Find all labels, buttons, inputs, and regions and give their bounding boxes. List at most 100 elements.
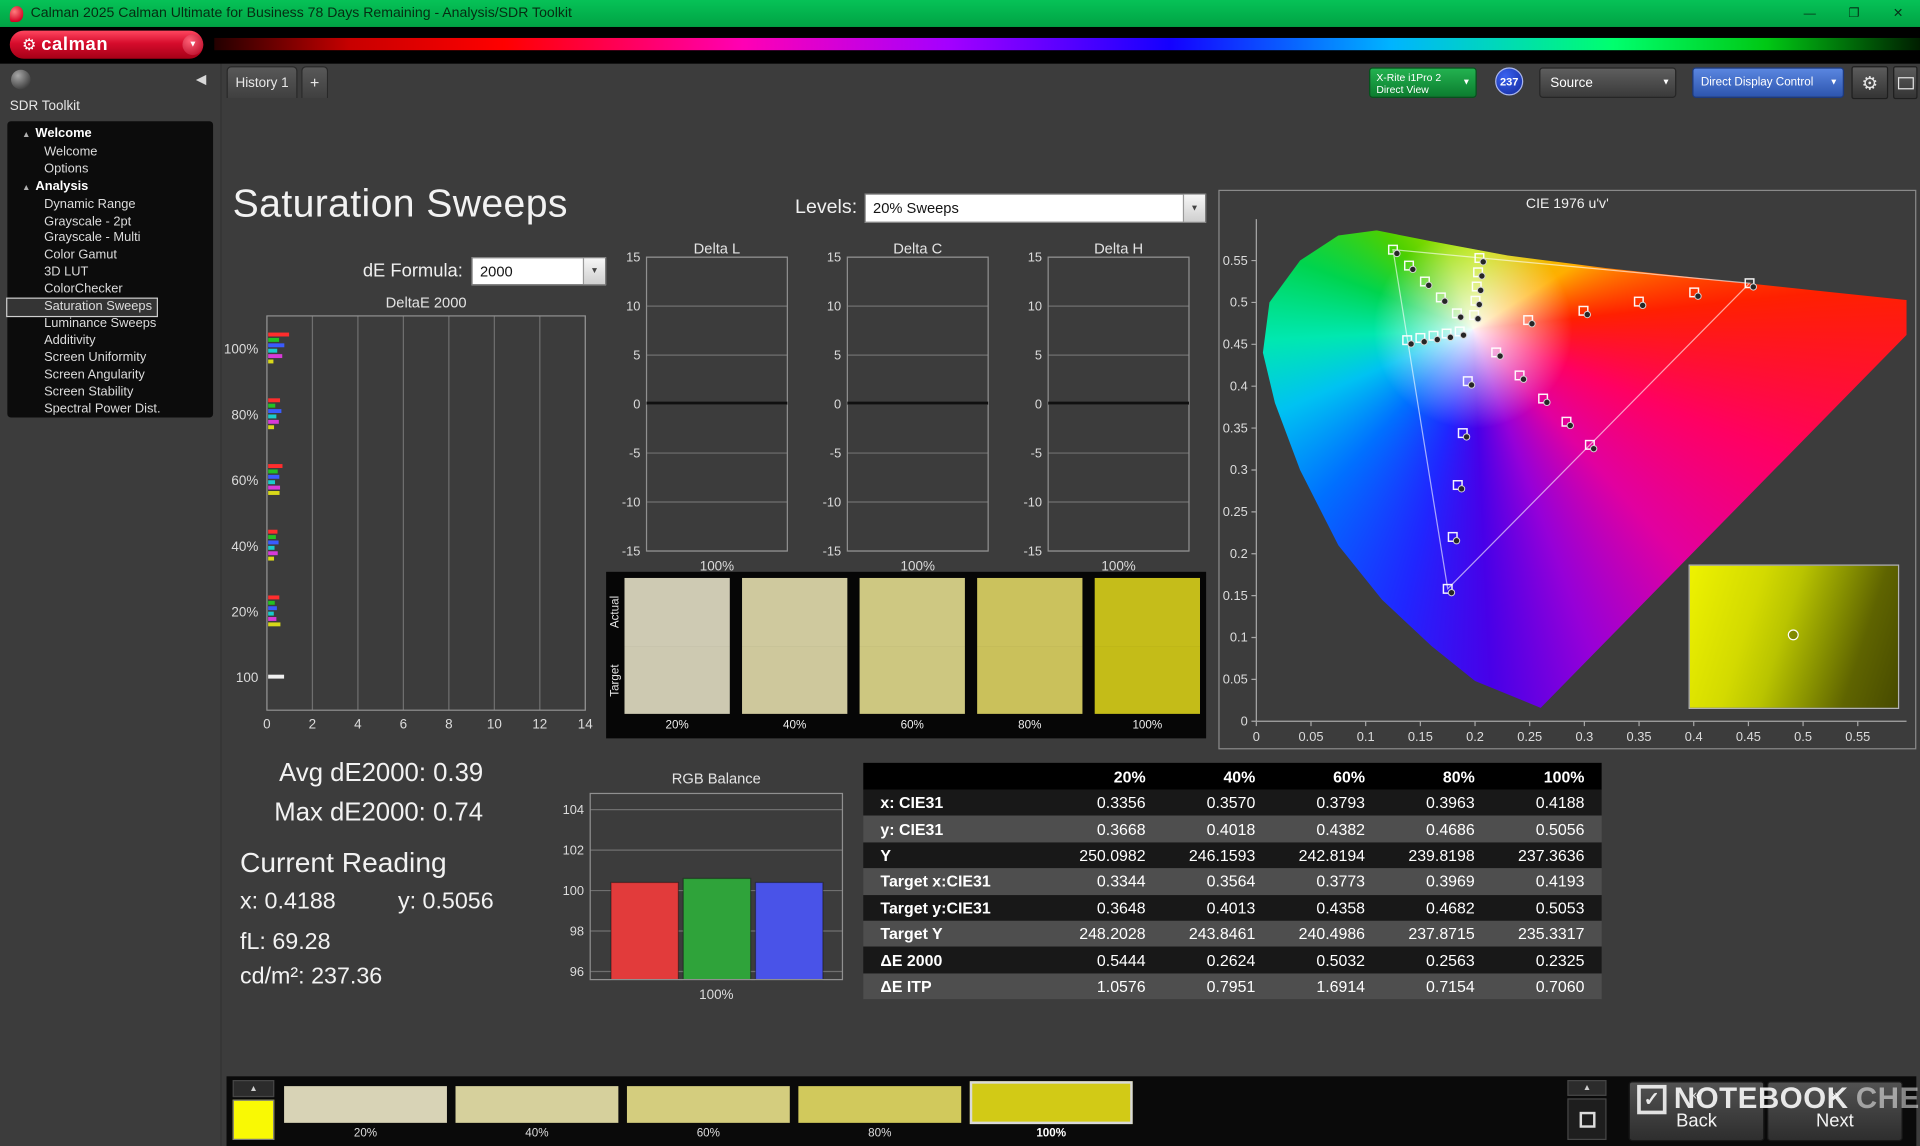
display-control-dropdown[interactable]: Direct Display Control ▼ bbox=[1692, 67, 1844, 98]
sidebar-item-additivity[interactable]: Additivity bbox=[7, 333, 213, 350]
patch-button-80[interactable] bbox=[798, 1086, 961, 1123]
reading-x: x: 0.4188 bbox=[240, 889, 336, 916]
rgb-balance-title: RGB Balance bbox=[590, 770, 842, 787]
meter-dropdown[interactable]: X-Rite i1Pro 2 Direct View ▼ bbox=[1369, 67, 1477, 98]
measurement-table: 20%40%60%80%100%x: CIE310.33560.35700.37… bbox=[863, 763, 1601, 999]
svg-text:8: 8 bbox=[445, 717, 452, 732]
sidebar-item-dynamic-range[interactable]: Dynamic Range bbox=[7, 197, 213, 214]
table-row-target-y: Target Y248.2028243.8461240.4986237.8715… bbox=[863, 921, 1601, 947]
minimize-button[interactable]: — bbox=[1788, 0, 1832, 27]
actual-patch bbox=[860, 578, 965, 646]
svg-text:100: 100 bbox=[236, 670, 258, 685]
rainbow-strip bbox=[214, 38, 1920, 50]
svg-text:12: 12 bbox=[532, 717, 547, 732]
svg-text:0.1: 0.1 bbox=[1357, 729, 1375, 744]
table-row-x-cie31: x: CIE310.33560.35700.37930.39630.4188 bbox=[863, 790, 1601, 816]
sidebar-item-options[interactable]: Options bbox=[7, 161, 213, 178]
svg-text:10: 10 bbox=[626, 298, 640, 313]
target-patch bbox=[860, 646, 965, 714]
svg-text:0: 0 bbox=[633, 396, 640, 411]
active-patch-preview[interactable] bbox=[233, 1100, 275, 1140]
table-cell: 0.4188 bbox=[1492, 794, 1602, 812]
patch-button-100[interactable] bbox=[970, 1081, 1133, 1124]
sidebar-group-analysis[interactable]: ▲Analysis bbox=[7, 178, 213, 196]
table-row-e-2000: ΔE 20000.54440.26240.50320.25630.2325 bbox=[863, 947, 1601, 973]
levels-dropdown[interactable]: 20% Sweeps ▼ bbox=[864, 193, 1206, 222]
sidebar-item-luminance-sweeps[interactable]: Luminance Sweeps bbox=[7, 316, 213, 333]
svg-text:0.55: 0.55 bbox=[1845, 729, 1870, 744]
table-cell: 1.0576 bbox=[1053, 977, 1163, 995]
fullscreen-patch-button[interactable] bbox=[1567, 1098, 1606, 1140]
svg-text:0.35: 0.35 bbox=[1223, 420, 1248, 435]
sidebar-item-3d-lut[interactable]: 3D LUT bbox=[7, 265, 213, 282]
sidebar-title: SDR Toolkit bbox=[10, 99, 80, 114]
svg-text:102: 102 bbox=[563, 842, 584, 857]
settings-button[interactable]: ⚙ bbox=[1851, 66, 1888, 99]
collapse-icon: ▲ bbox=[22, 131, 30, 140]
svg-text:6: 6 bbox=[400, 717, 407, 732]
calman-menu-button[interactable]: ⚙ calman ▼ bbox=[10, 31, 203, 59]
expand-left-button[interactable]: ▲ bbox=[233, 1080, 275, 1097]
table-cell: 0.3570 bbox=[1163, 794, 1273, 812]
svg-text:0: 0 bbox=[834, 396, 841, 411]
collapse-sidebar-icon[interactable]: ◀ bbox=[196, 71, 206, 87]
svg-text:15: 15 bbox=[1028, 250, 1042, 265]
orb-button[interactable] bbox=[11, 70, 31, 90]
source-dropdown[interactable]: Source ▼ bbox=[1539, 67, 1676, 98]
table-column-header: 100% bbox=[1492, 767, 1602, 785]
cie-chart-panel: CIE 1976 u'v' 00.050.10.150.20.250.30.35… bbox=[1218, 190, 1916, 750]
sidebar-item-screen-uniformity[interactable]: Screen Uniformity bbox=[7, 350, 213, 367]
de-formula-label: dE Formula: bbox=[340, 261, 462, 282]
add-tab-button[interactable]: + bbox=[301, 66, 328, 98]
svg-text:0.3: 0.3 bbox=[1575, 729, 1593, 744]
svg-text:5: 5 bbox=[633, 347, 640, 362]
table-cell: 0.3963 bbox=[1382, 794, 1492, 812]
sidebar-item-saturation-sweeps[interactable]: Saturation Sweeps bbox=[7, 299, 157, 316]
actual-patch bbox=[624, 578, 729, 646]
display-button[interactable] bbox=[1893, 66, 1917, 99]
sidebar-item-grayscale-multi[interactable]: Grayscale - Multi bbox=[7, 231, 213, 248]
expand-right-button[interactable]: ▲ bbox=[1567, 1080, 1606, 1096]
patch-button-60[interactable] bbox=[627, 1086, 790, 1123]
chevron-down-icon: ▼ bbox=[182, 34, 203, 55]
square-icon bbox=[1579, 1111, 1595, 1127]
table-cell: 0.3668 bbox=[1053, 820, 1163, 838]
actual-patch bbox=[977, 578, 1082, 646]
maximize-button[interactable]: ❐ bbox=[1832, 0, 1876, 27]
sidebar-item-color-gamut[interactable]: Color Gamut bbox=[7, 248, 213, 265]
row-label: Target y:CIE31 bbox=[863, 898, 1053, 916]
patch-80% bbox=[977, 578, 1082, 714]
patch-button-label: 20% bbox=[284, 1127, 447, 1140]
table-cell: 0.4013 bbox=[1163, 898, 1273, 916]
display-control-label: Direct Display Control bbox=[1701, 76, 1814, 89]
de-formula-dropdown[interactable]: 2000 ▼ bbox=[471, 257, 606, 285]
gear-icon: ⚙ bbox=[1862, 72, 1878, 94]
sidebar-item-screen-angularity[interactable]: Screen Angularity bbox=[7, 367, 213, 384]
chevron-down-icon: ▼ bbox=[583, 258, 605, 284]
sidebar-item-colorchecker[interactable]: ColorChecker bbox=[7, 282, 213, 299]
sidebar-item-screen-stability[interactable]: Screen Stability bbox=[7, 384, 213, 401]
svg-text:0.2: 0.2 bbox=[1466, 729, 1484, 744]
table-cell: 243.8461 bbox=[1163, 925, 1273, 943]
close-button[interactable]: ✕ bbox=[1876, 0, 1920, 27]
sidebar-item-grayscale-2pt[interactable]: Grayscale - 2pt bbox=[7, 214, 213, 231]
table-cell: 0.4018 bbox=[1163, 820, 1273, 838]
titlebar: Calman 2025 Calman Ultimate for Business… bbox=[0, 0, 1920, 27]
patch-button-20[interactable] bbox=[284, 1086, 447, 1123]
sidebar-item-spectral-power-dist[interactable]: Spectral Power Dist. bbox=[7, 401, 213, 418]
table-cell: 0.4193 bbox=[1492, 872, 1602, 890]
cie-zoom-inset bbox=[1689, 564, 1900, 708]
patch-button-40[interactable] bbox=[456, 1086, 619, 1123]
tab-history-1[interactable]: History 1 bbox=[227, 66, 298, 98]
sidebar-group-welcome[interactable]: ▲Welcome bbox=[7, 126, 213, 144]
table-row-target-x-cie31: Target x:CIE310.33440.35640.37730.39690.… bbox=[863, 868, 1601, 894]
reading-cdm2: cd/m²: 237.36 bbox=[240, 964, 382, 991]
svg-text:0.25: 0.25 bbox=[1517, 729, 1542, 744]
deltae-chart-title: DeltaE 2000 bbox=[267, 294, 585, 311]
monitor-icon bbox=[1897, 77, 1913, 89]
table-row-y: Y250.0982246.1593242.8194239.8198237.363… bbox=[863, 842, 1601, 868]
chevron-down-icon: ▼ bbox=[1457, 77, 1475, 89]
svg-text:0.15: 0.15 bbox=[1223, 588, 1248, 603]
sidebar-item-welcome[interactable]: Welcome bbox=[7, 144, 213, 161]
check-icon: ✓ bbox=[1637, 1085, 1666, 1114]
